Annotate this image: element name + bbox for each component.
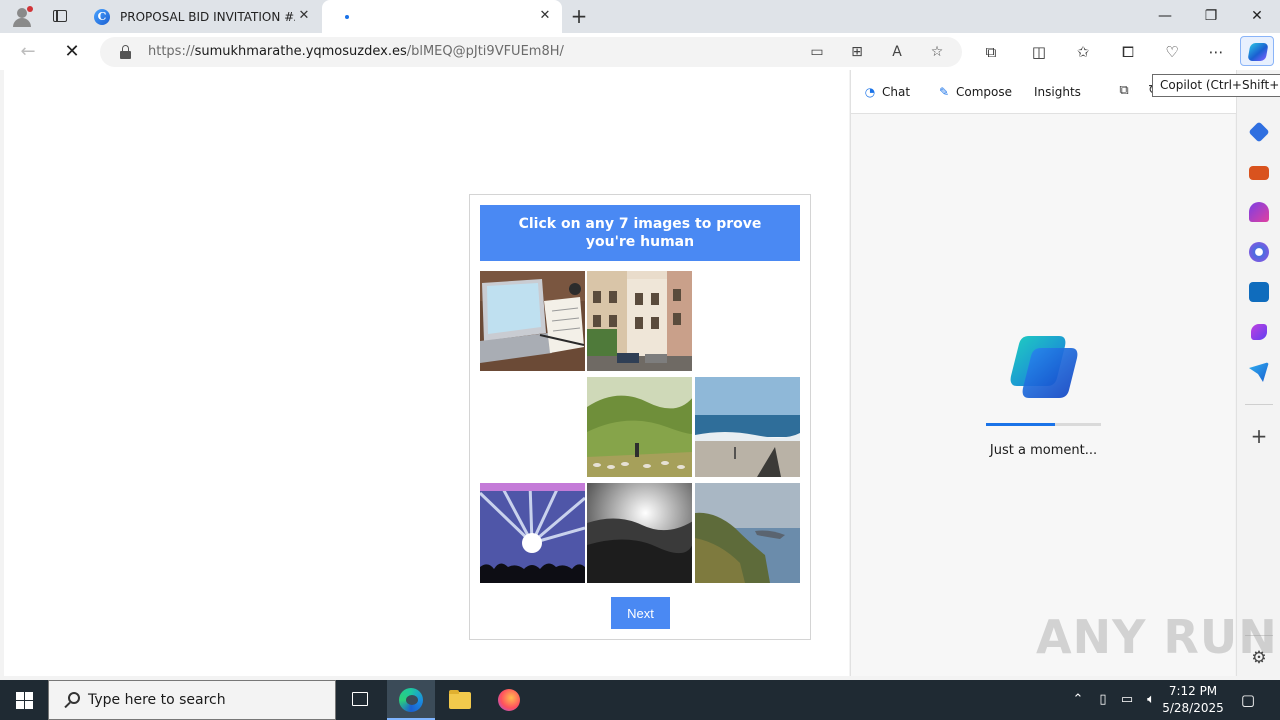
browser-tab-bar: C PROPOSAL BID INVITATION #A02 ✕ ✕ + — ❐… [0, 0, 1280, 33]
captcha-tile-coast[interactable] [695, 483, 800, 583]
settings-more-icon[interactable]: ⋯ [1205, 41, 1227, 63]
url-text[interactable]: https://sumukhmarathe.yqmosuzdex.es/blME… [148, 44, 564, 59]
chat-icon: ◔ [864, 85, 876, 99]
favorites-icon[interactable]: ✩ [1072, 41, 1094, 63]
collections-icon[interactable]: ⧠ [1117, 41, 1139, 63]
copilot-icon [1247, 43, 1269, 61]
copilot-logo-icon [1010, 336, 1078, 398]
taskbar-clock[interactable]: 7:12 PM 5/28/2025 [1160, 683, 1226, 717]
tab-active-loading[interactable]: ✕ [322, 0, 562, 33]
captcha-tile-empty-1[interactable] [695, 271, 800, 371]
tab-loading-icon [345, 15, 349, 19]
web-page: Click on any 7 images to prove you're hu… [4, 70, 849, 676]
tab-compose[interactable]: ✎ Compose [937, 83, 1012, 101]
search-placeholder: Type here to search [88, 692, 226, 708]
captcha-box: Click on any 7 images to prove you're hu… [469, 194, 811, 640]
profile-avatar-icon[interactable] [10, 5, 34, 29]
read-aloud-icon[interactable]: A [887, 42, 907, 62]
captcha-header: Click on any 7 images to prove you're hu… [480, 205, 800, 261]
copilot-tooltip: Copilot (Ctrl+Shift+.) [1152, 74, 1280, 97]
split-screen-icon[interactable]: ◫ [1028, 41, 1050, 63]
tab-close-icon[interactable]: ✕ [297, 9, 311, 23]
anyrun-watermark: ANY RUN [1036, 610, 1278, 664]
designer-icon[interactable] [1251, 324, 1267, 340]
back-button[interactable]: ← [16, 40, 40, 64]
install-app-icon[interactable]: ⊞ [847, 42, 867, 62]
tab-actions-icon[interactable] [47, 6, 73, 28]
tab-title: PROPOSAL BID INVITATION #A02 [120, 9, 295, 24]
tab-proposal-bid[interactable]: C PROPOSAL BID INVITATION #A02 ✕ [84, 0, 321, 33]
outlook-icon[interactable] [1249, 282, 1269, 302]
browser-essentials-icon[interactable]: ♡ [1161, 41, 1183, 63]
extensions-icon[interactable]: ⧉ [980, 41, 1002, 63]
address-bar[interactable]: https://sumukhmarathe.yqmosuzdex.es/blME… [100, 37, 962, 67]
lock-icon[interactable] [120, 45, 131, 59]
firefox-icon[interactable] [485, 680, 533, 720]
captcha-tile-meadow[interactable] [587, 377, 692, 477]
search-icon [63, 691, 83, 711]
restore-button[interactable]: ❐ [1188, 0, 1234, 33]
send-icon[interactable] [1249, 362, 1269, 382]
shopping-tag-icon[interactable] [1248, 121, 1270, 143]
captcha-tile-bw-landscape[interactable] [587, 483, 692, 583]
file-explorer-icon[interactable] [436, 680, 484, 720]
captcha-tile-beach[interactable] [695, 377, 800, 477]
tab-favicon-icon: C [94, 8, 110, 25]
edge-taskbar-icon[interactable] [387, 680, 435, 720]
tools-briefcase-icon[interactable] [1249, 166, 1269, 180]
captcha-tile-laptop[interactable] [480, 271, 585, 371]
sidebar-app-rail: + ⚙ [1236, 70, 1280, 676]
close-window-button[interactable]: ✕ [1234, 0, 1280, 33]
network-icon[interactable]: ▭ [1118, 690, 1136, 710]
next-button[interactable]: Next [611, 597, 670, 629]
volume-icon[interactable]: 🔈︎ [1142, 690, 1160, 710]
minimize-button[interactable]: — [1142, 0, 1188, 33]
tab-insights[interactable]: Insights [1034, 83, 1081, 101]
task-view-icon[interactable] [336, 680, 384, 720]
new-tab-button[interactable]: + [568, 6, 590, 28]
captcha-tile-concert[interactable] [480, 483, 585, 583]
tab-close-icon[interactable]: ✕ [538, 9, 552, 23]
stop-loading-button[interactable]: ✕ [60, 40, 84, 64]
show-hidden-icons-icon[interactable]: ⌃ [1070, 690, 1086, 710]
taskbar-search-input[interactable]: Type here to search [48, 680, 336, 720]
add-app-icon[interactable]: + [1249, 426, 1269, 446]
favorite-star-icon[interactable]: ☆ [927, 42, 947, 62]
loading-progress-bar [986, 423, 1101, 426]
notifications-icon[interactable]: ▢ [1237, 690, 1259, 710]
open-in-new-icon[interactable]: ⧉ [1116, 83, 1132, 99]
windows-taskbar: Type here to search ⌃ ▯ ▭ 🔈︎ 7:12 PM 5/2… [0, 680, 1280, 720]
games-icon[interactable] [1249, 202, 1269, 222]
rail-divider [1245, 404, 1273, 405]
captcha-tile-buildings[interactable] [587, 271, 692, 371]
device-icon[interactable]: ▯ [1094, 690, 1112, 710]
loading-message: Just a moment... [989, 443, 1098, 458]
compose-icon: ✎ [938, 85, 950, 99]
start-button[interactable] [0, 680, 48, 720]
browser-toolbar: ← ✕ https://sumukhmarathe.yqmosuzdex.es/… [0, 33, 1280, 70]
tab-chat[interactable]: ◔ Chat [863, 83, 910, 101]
copilot-sidebar: ◔ Chat ✎ Compose Insights ⧉ ↻ Just a mom… [850, 70, 1236, 676]
copilot-button[interactable] [1240, 36, 1274, 66]
microsoft365-icon[interactable] [1249, 242, 1269, 262]
app-available-icon[interactable]: ▭ [807, 42, 827, 62]
captcha-tile-empty-2[interactable] [480, 377, 585, 477]
